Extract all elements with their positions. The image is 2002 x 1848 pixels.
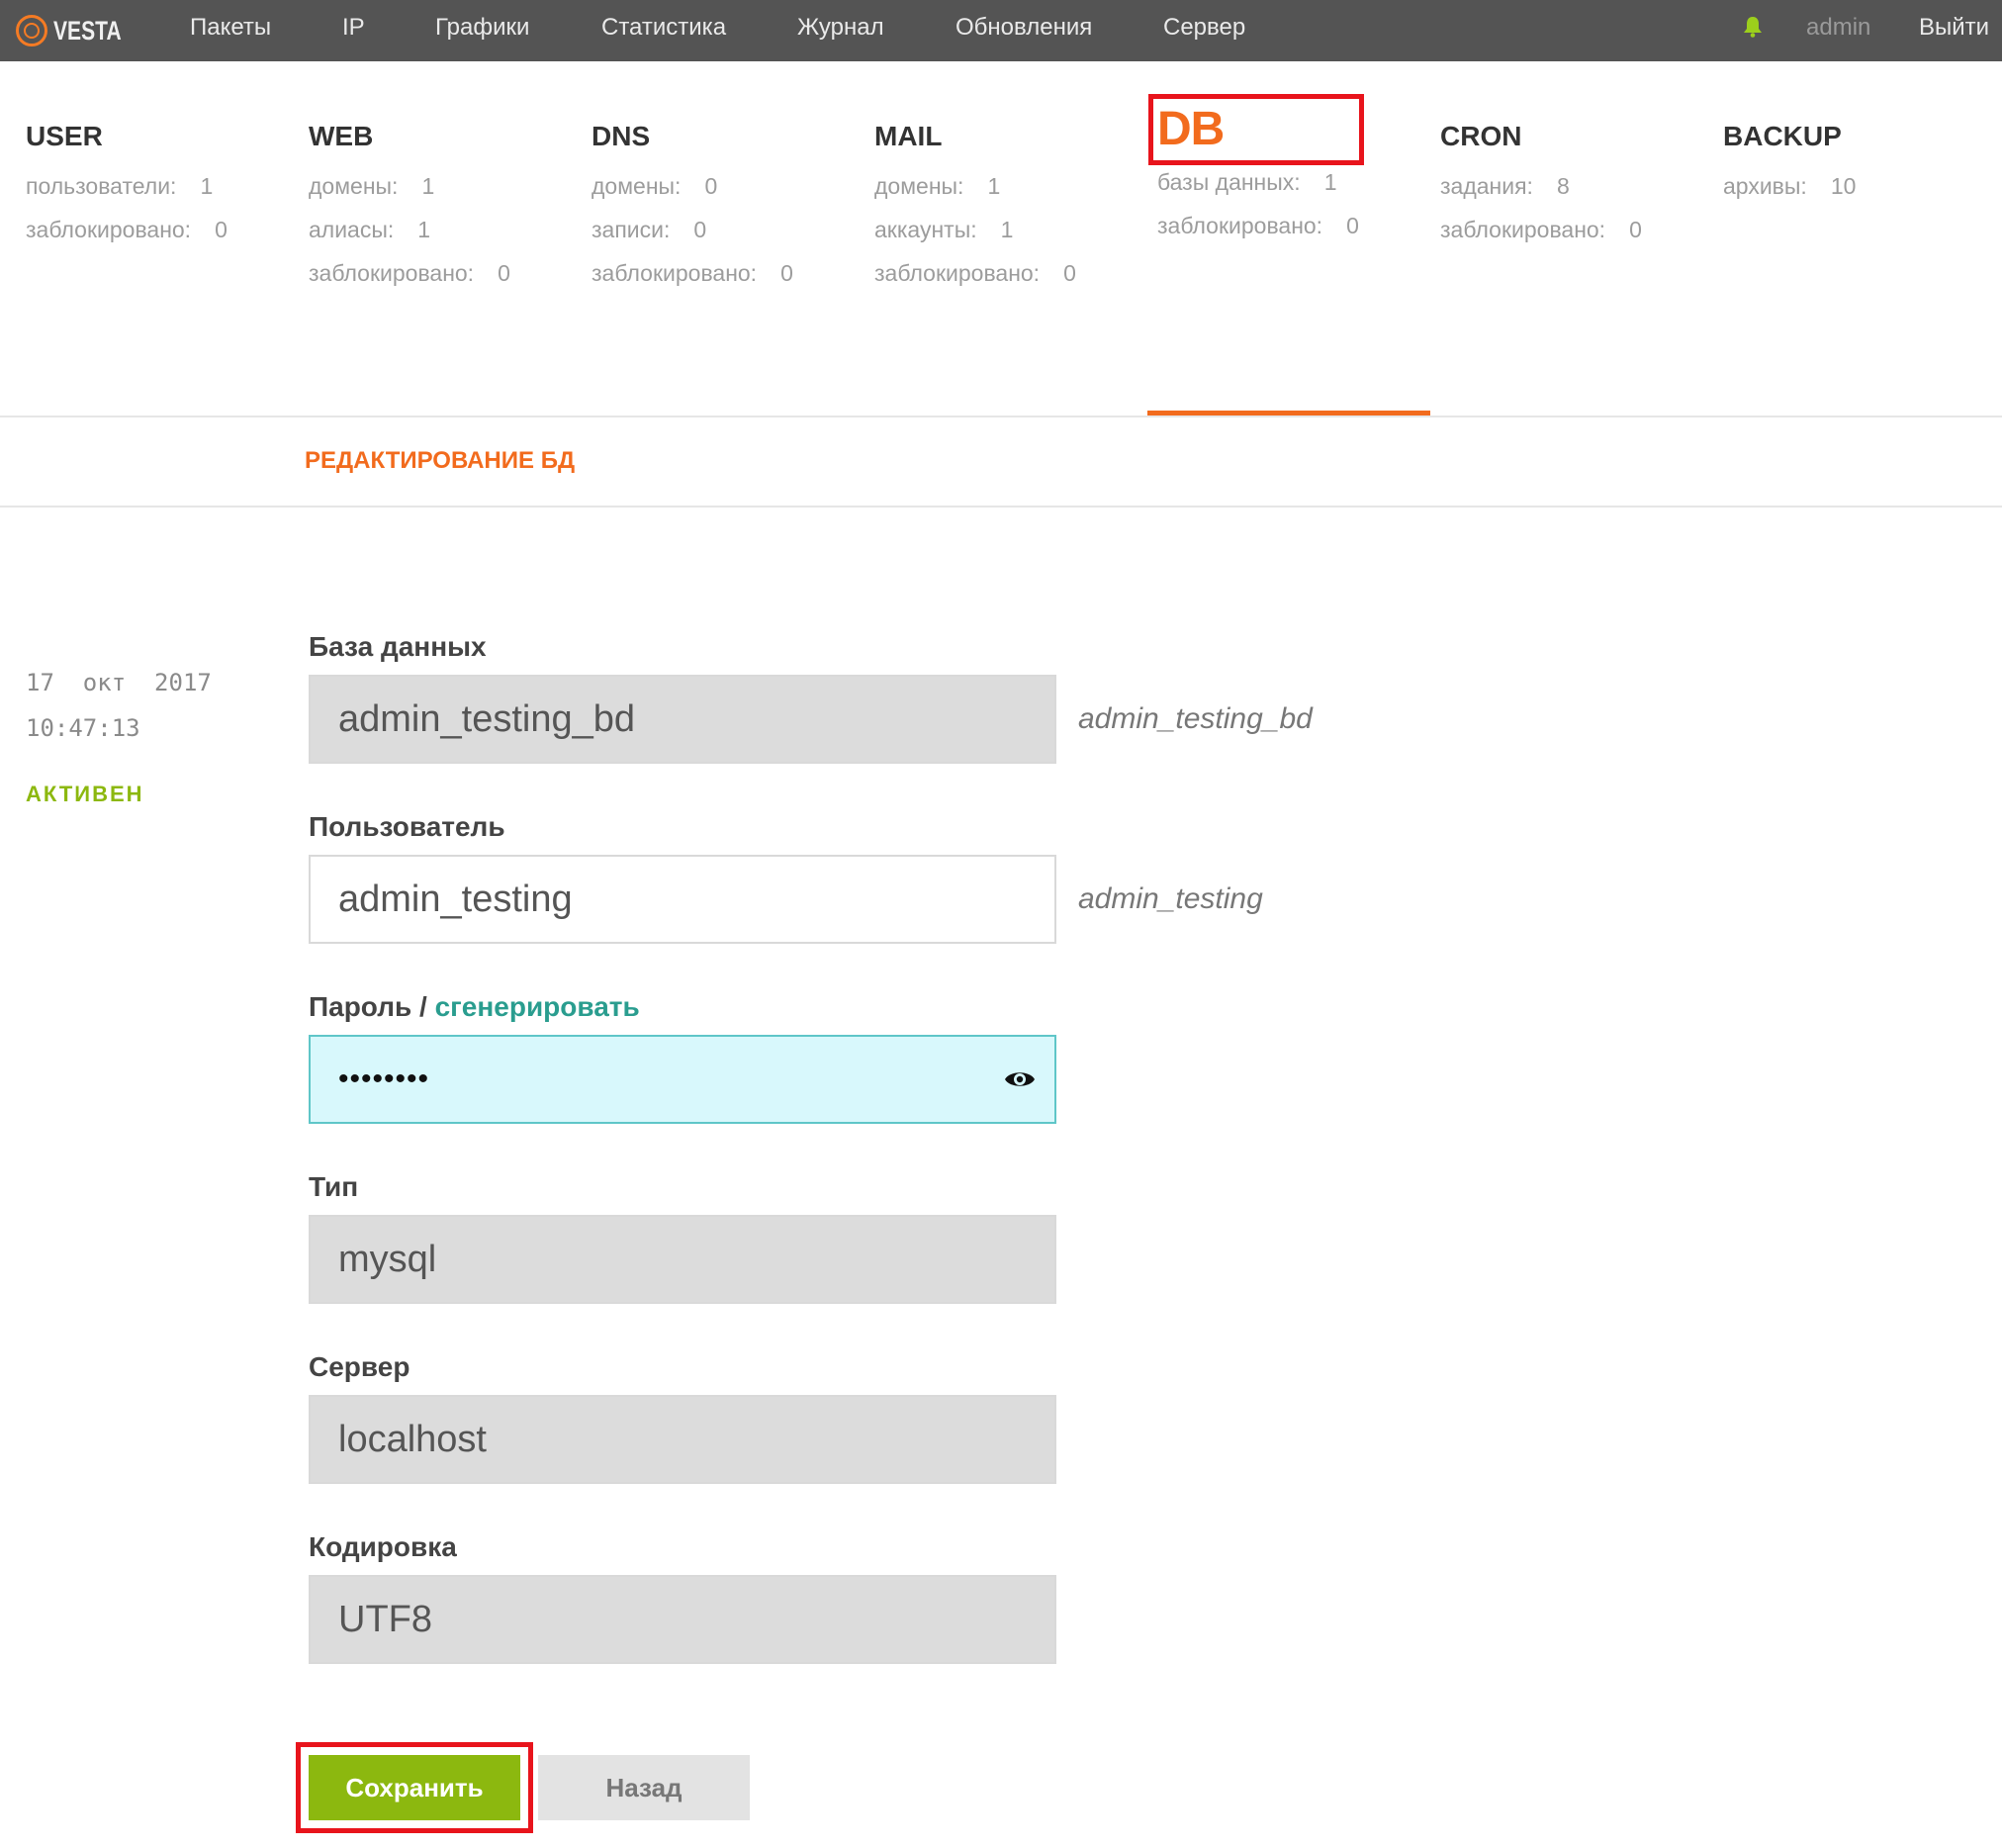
logo-text: VESTA: [53, 15, 122, 46]
section-title: РЕДАКТИРОВАНИЕ БД: [305, 447, 576, 474]
password-value: ••••••••: [338, 1063, 430, 1095]
save-button[interactable]: Сохранить: [296, 1742, 533, 1833]
user-link[interactable]: admin: [1806, 0, 1870, 61]
database-label: База данных: [309, 631, 487, 662]
stat-row: базы данных: 1: [1157, 169, 1337, 195]
type-field: mysql: [309, 1215, 1056, 1304]
nav-log[interactable]: Журнал: [797, 0, 884, 61]
stat-row: аккаунты: 1: [874, 217, 1014, 242]
nav-graphs[interactable]: Графики: [435, 0, 529, 61]
top-navigation-bar: VESTA Пакеты IP Графики Статистика Журна…: [0, 0, 2002, 61]
stat-title: BACKUP: [1723, 121, 1842, 151]
divider: [0, 416, 2002, 417]
stat-title: CRON: [1440, 121, 1522, 151]
stat-row: архивы: 10: [1723, 173, 1857, 199]
charset-label: Кодировка: [309, 1531, 457, 1562]
stat-cron[interactable]: CRON задания: 8 заблокировано: 0: [1440, 109, 1642, 251]
logout-link[interactable]: Выйти: [1919, 0, 1989, 61]
stat-mail[interactable]: MAIL домены: 1 аккаунты: 1 заблокировано: 0: [874, 109, 1076, 295]
stat-row: пользователи: 1: [26, 173, 214, 199]
password-label: Пароль: [309, 991, 412, 1022]
server-field: localhost: [309, 1395, 1056, 1484]
bell-icon[interactable]: [1743, 16, 1763, 38]
charset-field: UTF8: [309, 1575, 1056, 1664]
stat-web[interactable]: WEB домены: 1 алиасы: 1 заблокировано: 0: [309, 109, 510, 295]
nav-ip[interactable]: IP: [342, 0, 365, 61]
stat-title: WEB: [309, 121, 374, 151]
nav-statistics[interactable]: Статистика: [601, 0, 726, 61]
stat-row: задания: 8: [1440, 173, 1570, 199]
stat-backup[interactable]: BACKUP архивы: 10: [1723, 109, 1856, 208]
stat-row: домены: 1: [874, 173, 1001, 199]
stat-row: заблокировано: 0: [1440, 217, 1642, 242]
stat-title: MAIL: [874, 121, 943, 151]
stat-row: заблокировано: 0: [874, 260, 1076, 286]
database-hint: admin_testing_bd: [1078, 702, 1313, 735]
stat-user[interactable]: USER пользователи: 1 заблокировано: 0: [26, 109, 228, 251]
stat-title: DNS: [592, 121, 651, 151]
server-label: Сервер: [309, 1351, 410, 1382]
password-label-row: Пароль / сгенерировать: [309, 991, 640, 1023]
user-field[interactable]: admin_testing: [309, 855, 1056, 944]
nav-server[interactable]: Сервер: [1163, 0, 1245, 61]
stat-row: записи: 0: [592, 217, 707, 242]
status-badge: АКТИВЕН: [26, 782, 144, 806]
type-label: Тип: [309, 1171, 359, 1202]
stat-row: домены: 0: [592, 173, 718, 199]
vesta-logo-icon: [16, 15, 47, 46]
created-date: 17 окт 2017: [26, 669, 212, 696]
stat-row: заблокировано: 0: [309, 260, 510, 286]
user-hint: admin_testing: [1078, 882, 1263, 915]
created-time: 10:47:13: [26, 714, 140, 742]
divider: [0, 506, 2002, 508]
stat-row: заблокировано: 0: [1157, 213, 1359, 238]
generate-password-link[interactable]: сгенерировать: [435, 991, 640, 1022]
password-separator: /: [411, 991, 435, 1022]
password-field[interactable]: ••••••••: [309, 1035, 1056, 1124]
vesta-logo[interactable]: VESTA: [16, 10, 140, 51]
nav-updates[interactable]: Обновления: [956, 0, 1092, 61]
stat-title: USER: [26, 121, 103, 151]
stat-row: заблокировано: 0: [592, 260, 793, 286]
back-button[interactable]: Назад: [538, 1755, 750, 1820]
stat-row: домены: 1: [309, 173, 435, 199]
database-field: admin_testing_bd: [309, 675, 1056, 764]
stat-row: заблокировано: 0: [26, 217, 228, 242]
eye-icon[interactable]: [1003, 1064, 1037, 1094]
stat-db[interactable]: DB базы данных: 1 заблокировано: 0: [1148, 94, 1364, 247]
stat-dns[interactable]: DNS домены: 0 записи: 0 заблокировано: 0: [592, 109, 793, 295]
stat-row: алиасы: 1: [309, 217, 431, 242]
user-label: Пользователь: [309, 811, 505, 842]
nav-packages[interactable]: Пакеты: [190, 0, 271, 61]
stat-title-active: DB: [1148, 94, 1364, 165]
